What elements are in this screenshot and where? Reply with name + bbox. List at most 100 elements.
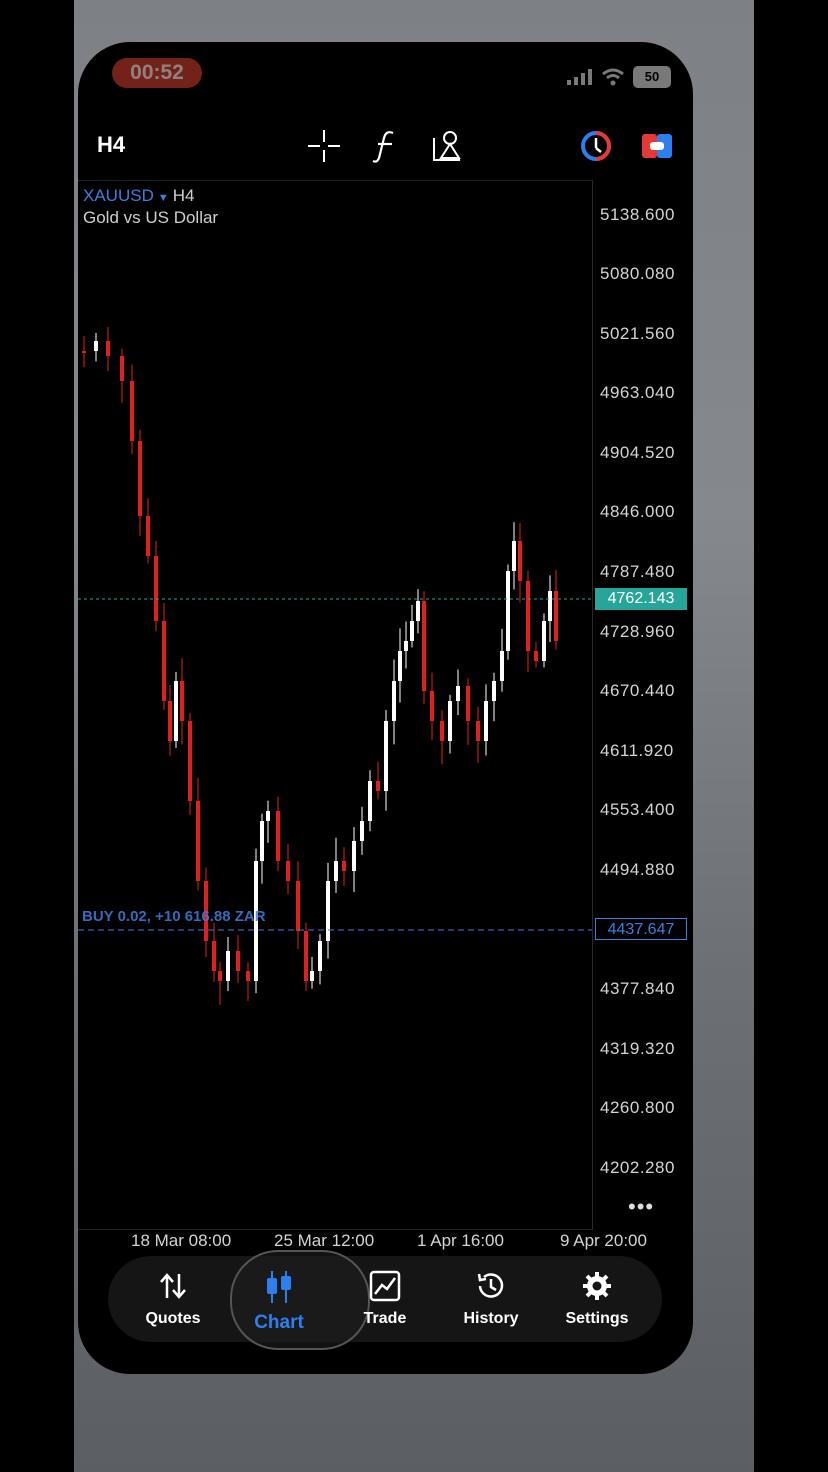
crosshair-icon[interactable]: [306, 128, 342, 164]
status-time: 00:52: [112, 58, 202, 88]
candle-body: [218, 971, 222, 981]
candle-body: [188, 721, 192, 801]
candle-body: [484, 701, 488, 741]
symbol-timeframe: H4: [172, 186, 195, 205]
nav-settings[interactable]: Settings: [552, 1266, 642, 1334]
candle-body: [448, 701, 452, 741]
symbol-name[interactable]: XAUUSD: [83, 186, 154, 205]
candle-body: [266, 811, 270, 821]
time-axis-label: 25 Mar 12:00: [274, 1231, 375, 1250]
gear-icon: [583, 1272, 611, 1300]
candle-body: [352, 841, 356, 871]
price-axis-label: 5080.080: [600, 264, 675, 283]
candle-body: [236, 951, 240, 971]
candle-body: [466, 686, 470, 721]
current-price-label: 4762.143: [595, 588, 687, 610]
price-axis-label: 4904.520: [600, 443, 675, 462]
nav-label: Chart: [254, 1312, 304, 1333]
price-axis-label: 4377.840: [600, 979, 675, 998]
candle-body: [146, 516, 150, 556]
symbol-caret-icon[interactable]: ▼: [158, 192, 169, 204]
nav-chart[interactable]: Chart: [234, 1266, 324, 1334]
candle-body: [542, 621, 546, 661]
wifi-icon: [602, 68, 624, 86]
candle-body: [398, 651, 402, 681]
price-axis-label: 4319.320: [600, 1039, 675, 1058]
history-clock-icon: [477, 1273, 504, 1298]
candle-body: [94, 341, 98, 351]
window-switch-icon[interactable]: [639, 128, 675, 164]
candle-body: [334, 861, 338, 881]
quotes-arrows-icon: [160, 1273, 186, 1299]
candle-body: [82, 351, 86, 353]
price-axis-label: 4260.800: [600, 1098, 675, 1117]
price-axis-label: 5021.560: [600, 324, 675, 343]
candle-body: [106, 341, 110, 356]
candle-body: [376, 781, 380, 791]
nav-trade[interactable]: Trade: [340, 1266, 430, 1334]
nav-history[interactable]: History: [446, 1266, 536, 1334]
battery-icon: 50: [633, 66, 671, 88]
time-axis-label: 1 Apr 16:00: [417, 1231, 504, 1250]
candle-body: [162, 621, 166, 701]
candle-body: [416, 601, 420, 621]
candle-body: [500, 651, 504, 681]
position-label[interactable]: BUY 0.02, +10 616.88 ZAR: [82, 908, 266, 925]
price-axis-label: 4553.400: [600, 800, 675, 819]
candle-body: [392, 681, 396, 721]
nav-label: History: [463, 1310, 519, 1327]
candle-body: [212, 941, 216, 971]
candle-body: [476, 721, 480, 741]
candle-body: [342, 861, 346, 871]
price-axis-label: 4670.440: [600, 681, 675, 700]
more-menu-icon[interactable]: •••: [628, 1194, 654, 1220]
chart-area[interactable]: [78, 180, 593, 1230]
price-axis-label: 4787.480: [600, 562, 675, 581]
price-axis-label: 4728.960: [600, 622, 675, 641]
trade-chart-icon: [369, 1270, 401, 1302]
candle-body: [276, 811, 280, 861]
timeframe-button[interactable]: H4: [97, 132, 125, 158]
candle-body: [512, 541, 516, 571]
candle-body: [492, 681, 496, 701]
time-axis-label: 9 Apr 20:00: [560, 1231, 647, 1250]
candle-body: [548, 591, 552, 621]
one-click-trading-icon[interactable]: [578, 128, 614, 164]
symbol-header[interactable]: XAUUSD ▼ H4: [83, 186, 194, 206]
candle-body: [518, 541, 522, 581]
candle-body: [196, 801, 200, 881]
candle-body: [180, 681, 184, 721]
candle-body: [318, 941, 322, 971]
candle-body: [154, 556, 158, 621]
candle-body: [304, 931, 308, 981]
candle-body: [168, 701, 172, 741]
nav-quotes[interactable]: Quotes: [128, 1266, 218, 1334]
candle-body: [138, 441, 142, 516]
position-price-label: 4437.647: [595, 918, 687, 940]
candle-body: [404, 641, 408, 651]
function-icon[interactable]: [368, 128, 404, 164]
objects-icon[interactable]: [430, 128, 466, 164]
candle-body: [410, 621, 414, 641]
nav-label: Settings: [565, 1310, 629, 1327]
price-axis-label: 4846.000: [600, 502, 675, 521]
signal-icon: [567, 69, 592, 85]
time-axis-label: 18 Mar 08:00: [131, 1231, 232, 1250]
symbol-description: Gold vs US Dollar: [83, 208, 219, 227]
app-window: 00:52 50 H4 XAUUSD ▼ H4 Gold vs US Dolla…: [78, 42, 693, 1374]
candle-body: [326, 881, 330, 941]
candlestick-chart[interactable]: [78, 181, 592, 1229]
candle-body: [120, 356, 124, 381]
candle-body: [246, 971, 250, 981]
candle-body: [286, 861, 290, 881]
status-icons: 50: [567, 66, 671, 88]
candle-body: [296, 881, 300, 931]
price-axis-label: 4611.920: [600, 741, 674, 760]
candle-body: [526, 581, 530, 651]
candle-body: [456, 686, 460, 701]
candle-body: [534, 651, 538, 661]
price-axis-label: 4963.040: [600, 383, 675, 402]
price-axis-label: 4494.880: [600, 860, 675, 879]
price-axis-label: 5138.600: [600, 205, 675, 224]
candle-body: [226, 951, 230, 981]
